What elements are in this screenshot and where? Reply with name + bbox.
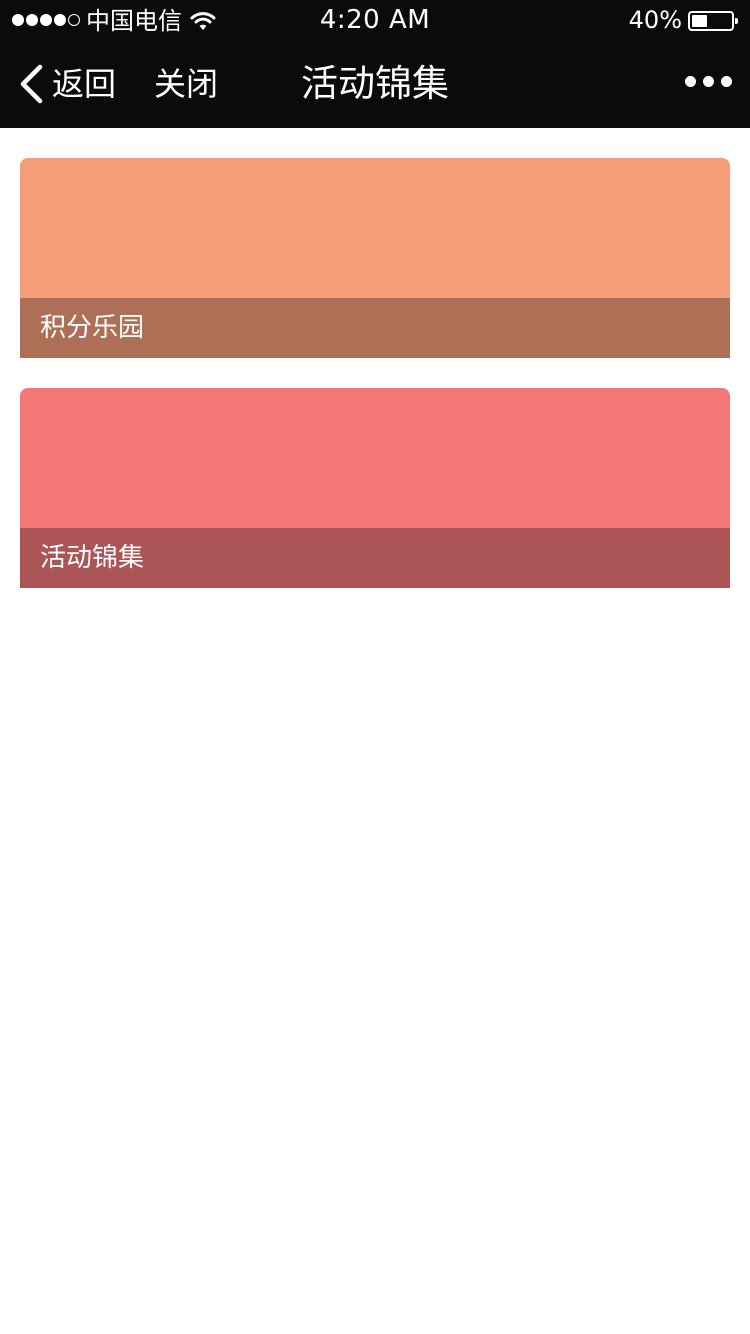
screen: 中国电信 4:20 AM 40% 返回 关闭 活动锦集 积分乐园 活动锦集	[0, 0, 750, 1334]
navigation-bar: 返回 关闭 活动锦集	[0, 42, 750, 128]
activity-card-events[interactable]: 活动锦集	[20, 388, 730, 588]
card-caption: 活动锦集	[20, 528, 730, 588]
battery-fill	[692, 15, 707, 27]
battery-percentage: 40%	[628, 6, 682, 34]
activity-list: 积分乐园 活动锦集	[20, 158, 730, 618]
battery-icon	[688, 11, 738, 31]
status-bar: 中国电信 4:20 AM 40%	[0, 0, 750, 42]
activity-card-points-park[interactable]: 积分乐园	[20, 158, 730, 358]
page-title: 活动锦集	[301, 62, 449, 105]
more-dots-icon[interactable]	[678, 76, 732, 87]
card-banner-image	[20, 158, 730, 298]
card-banner-image	[20, 388, 730, 528]
card-caption: 积分乐园	[20, 298, 730, 358]
